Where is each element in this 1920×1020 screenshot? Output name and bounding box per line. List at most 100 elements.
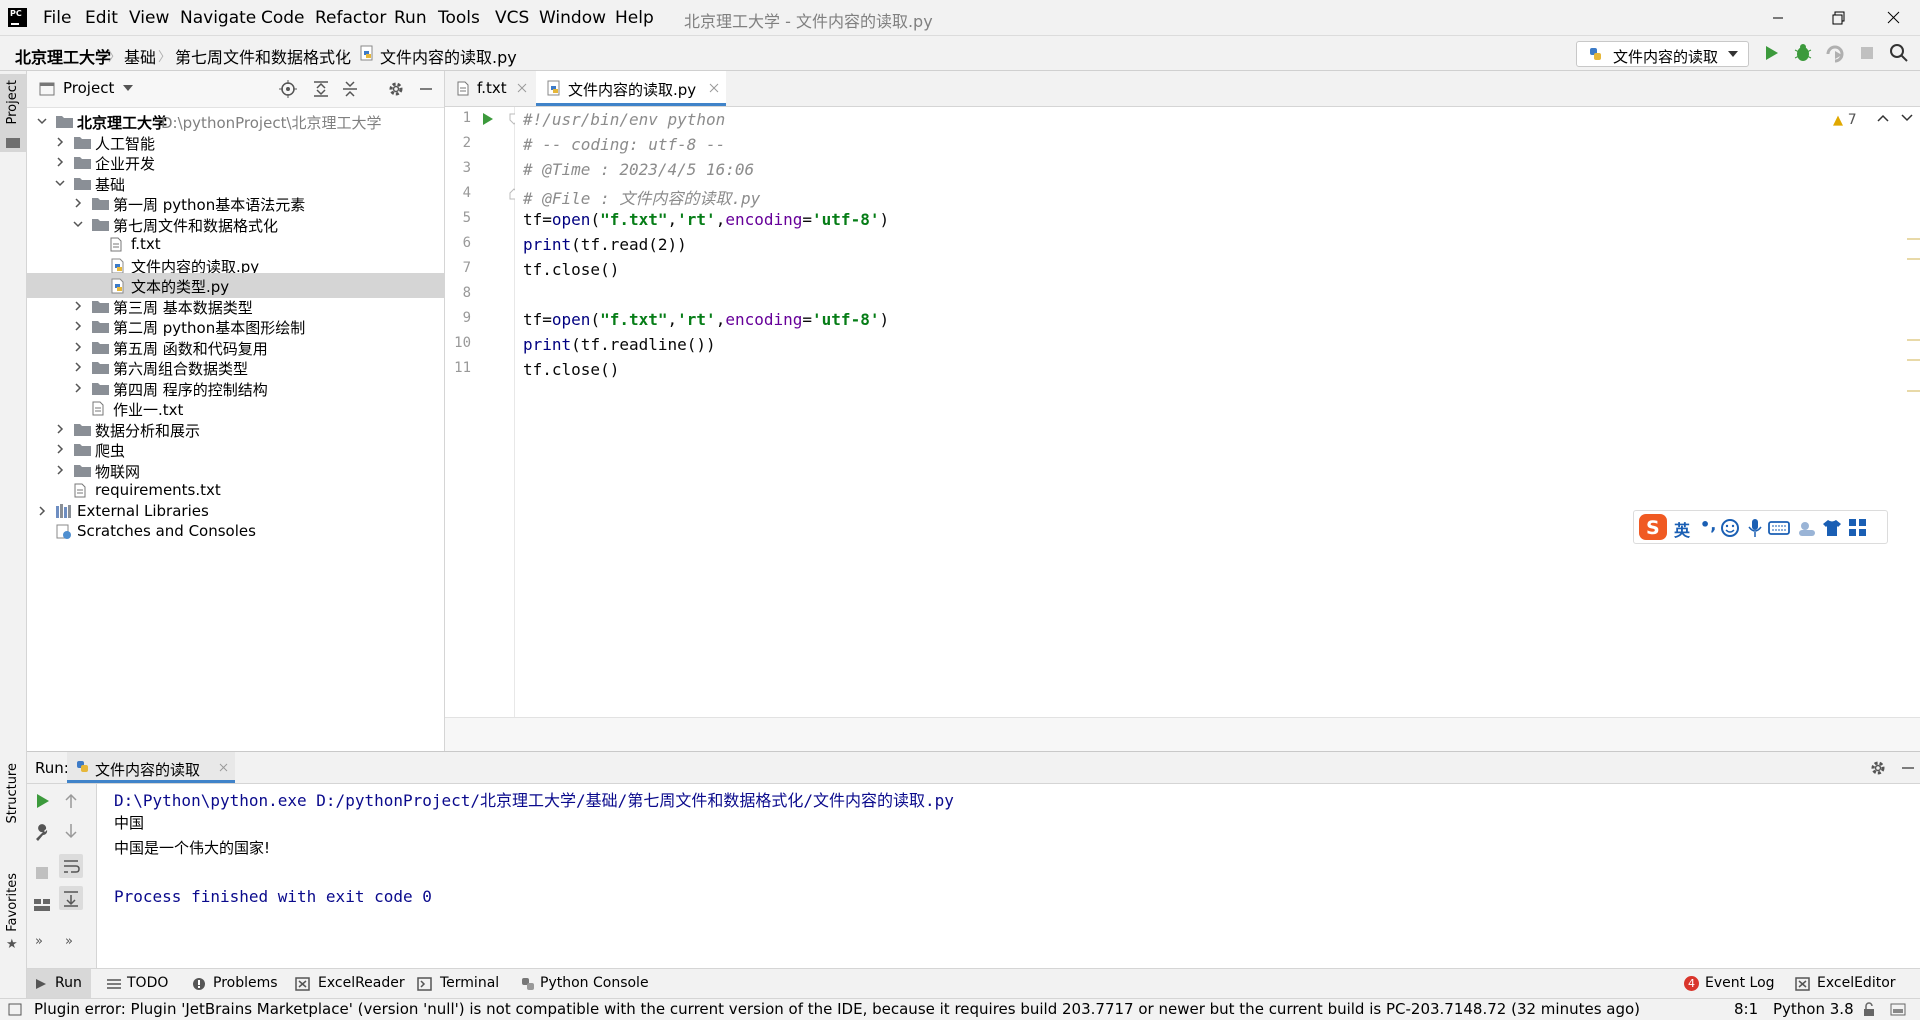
warning-marker[interactable] [1907, 390, 1920, 392]
code-editor[interactable]: #!/usr/bin/env python # -- coding: utf-8… [515, 107, 1920, 717]
status-message[interactable]: Plugin error: Plugin 'JetBrains Marketpl… [34, 1000, 1640, 1018]
keyboard-icon[interactable] [1768, 519, 1790, 537]
tab-f-txt[interactable]: f.txt [445, 71, 535, 106]
run-button[interactable] [1760, 42, 1782, 64]
chevron-right-icon[interactable] [73, 198, 83, 208]
chevron-right-icon[interactable] [55, 136, 65, 147]
warning-marker[interactable] [1907, 258, 1920, 260]
python-interpreter[interactable]: Python 3.8 [1773, 1000, 1854, 1018]
inspection-widget[interactable]: ▲ 7 [1833, 110, 1913, 128]
close-tab-icon[interactable] [709, 83, 719, 93]
chevron-right-icon[interactable] [73, 321, 83, 331]
ime-toolbar[interactable]: S 英 •, [1633, 510, 1888, 544]
chevron-down-icon[interactable] [37, 116, 47, 126]
layout-icon[interactable] [33, 896, 51, 914]
breadcrumb-project[interactable]: 北京理工大学 [15, 44, 111, 68]
tab-file-reading-py[interactable]: 文件内容的读取.py [536, 71, 726, 106]
soft-wrap-button[interactable] [59, 854, 83, 878]
chevron-right-icon[interactable] [55, 444, 65, 454]
punctuation-icon[interactable]: •, [1700, 515, 1716, 534]
gear-icon[interactable] [1869, 759, 1887, 777]
caret-position[interactable]: 8:1 [1734, 1000, 1758, 1018]
warning-marker[interactable] [1907, 359, 1920, 361]
more-actions-icon[interactable]: » [35, 934, 43, 949]
menu-navigate[interactable]: Navigate [180, 8, 256, 28]
restore-button[interactable] [1815, 5, 1861, 31]
rerun-icon[interactable] [33, 792, 51, 810]
hide-panel-icon[interactable] [1899, 759, 1917, 777]
run-tab[interactable]: 文件内容的读取 [67, 752, 235, 783]
python-console-tool-tab[interactable]: Python Console [540, 975, 649, 991]
stop-button[interactable] [1856, 42, 1878, 64]
ime-mode-label[interactable]: 英 [1674, 517, 1690, 541]
arrow-up-icon[interactable] [63, 792, 79, 810]
menu-tools[interactable]: Tools [438, 8, 480, 28]
close-window-button[interactable] [1870, 5, 1916, 31]
unlock-icon[interactable] [1862, 1002, 1876, 1017]
arrow-down-icon[interactable] [63, 822, 79, 840]
hide-panel-icon[interactable] [417, 80, 435, 98]
chevron-up-icon[interactable] [1877, 114, 1889, 122]
run-gutter-icon[interactable] [482, 112, 494, 126]
menu-view[interactable]: View [129, 8, 169, 28]
menu-vcs[interactable]: VCS [495, 8, 529, 28]
microphone-icon[interactable] [1747, 518, 1763, 538]
tree-item[interactable]: Scratches and Consoles [27, 519, 444, 544]
breadcrumb-subfolder[interactable]: 第七周文件和数据格式化 [175, 44, 351, 68]
expand-all-icon[interactable] [312, 80, 330, 98]
toolbox-grid-icon[interactable] [1848, 518, 1868, 538]
breadcrumb-folder[interactable]: 基础 [124, 44, 156, 68]
status-window-icon[interactable] [8, 1003, 22, 1016]
chevron-right-icon[interactable] [73, 341, 83, 352]
gear-icon[interactable] [387, 80, 405, 98]
chevron-right-icon[interactable] [55, 157, 65, 167]
skin-icon[interactable] [1796, 519, 1818, 537]
chevron-down-icon[interactable] [73, 219, 83, 229]
chevron-right-icon[interactable] [55, 423, 65, 434]
menu-run[interactable]: Run [394, 8, 427, 28]
problems-tool-tab[interactable]: Problems [213, 975, 278, 991]
menu-window[interactable]: Window [539, 8, 606, 28]
menu-edit[interactable]: Edit [85, 8, 118, 28]
exceleditor-tool-tab[interactable]: ExcelEditor [1817, 975, 1896, 991]
run-configuration-select[interactable]: 文件内容的读取 [1576, 41, 1749, 67]
breadcrumb-file[interactable]: 文件内容的读取.py [380, 44, 517, 68]
structure-tool-tab[interactable]: Structure [0, 761, 26, 841]
scroll-to-end-button[interactable] [59, 886, 83, 910]
chevron-right-icon[interactable] [73, 362, 83, 372]
todo-tool-tab[interactable]: TODO [127, 975, 168, 991]
project-tool-tab[interactable]: Project [0, 74, 26, 152]
debug-button[interactable] [1792, 42, 1814, 64]
chevron-right-icon[interactable] [73, 382, 83, 393]
project-view-title[interactable]: Project [63, 79, 114, 97]
excelreader-tool-tab[interactable]: ExcelReader [318, 975, 405, 991]
error-stripe[interactable] [1907, 107, 1920, 717]
favorites-tool-tab[interactable]: Favorites ★ [0, 871, 26, 952]
menu-file[interactable]: File [43, 8, 71, 28]
search-everywhere-button[interactable] [1888, 42, 1910, 64]
wrench-icon[interactable] [33, 824, 51, 842]
locate-file-icon[interactable] [279, 80, 297, 98]
collapse-all-icon[interactable] [341, 80, 359, 98]
coverage-button[interactable] [1824, 42, 1846, 64]
run-tool-tab[interactable]: Run [27, 969, 91, 998]
chevron-right-icon[interactable] [73, 300, 83, 311]
chevron-right-icon[interactable] [37, 505, 47, 516]
close-tab-icon[interactable] [219, 763, 228, 772]
run-console[interactable]: D:\Python\python.exe D:/pythonProject/北京… [97, 784, 1920, 968]
terminal-tool-tab[interactable]: Terminal [440, 975, 499, 991]
minimize-button[interactable] [1755, 5, 1801, 31]
menu-help[interactable]: Help [615, 8, 654, 28]
warning-marker[interactable] [1907, 238, 1920, 240]
memory-indicator-icon[interactable] [1890, 1002, 1906, 1017]
close-tab-icon[interactable] [517, 83, 527, 93]
warning-marker[interactable] [1907, 339, 1920, 341]
menu-refactor[interactable]: Refactor [315, 8, 386, 28]
shirt-icon[interactable] [1822, 519, 1842, 537]
event-log-tool-tab[interactable]: Event Log [1705, 975, 1775, 991]
chevron-down-icon[interactable] [123, 85, 133, 92]
more-actions-icon[interactable]: » [65, 934, 73, 949]
chevron-right-icon[interactable] [55, 464, 65, 475]
stop-icon[interactable] [33, 864, 51, 882]
emoji-icon[interactable] [1720, 518, 1740, 538]
